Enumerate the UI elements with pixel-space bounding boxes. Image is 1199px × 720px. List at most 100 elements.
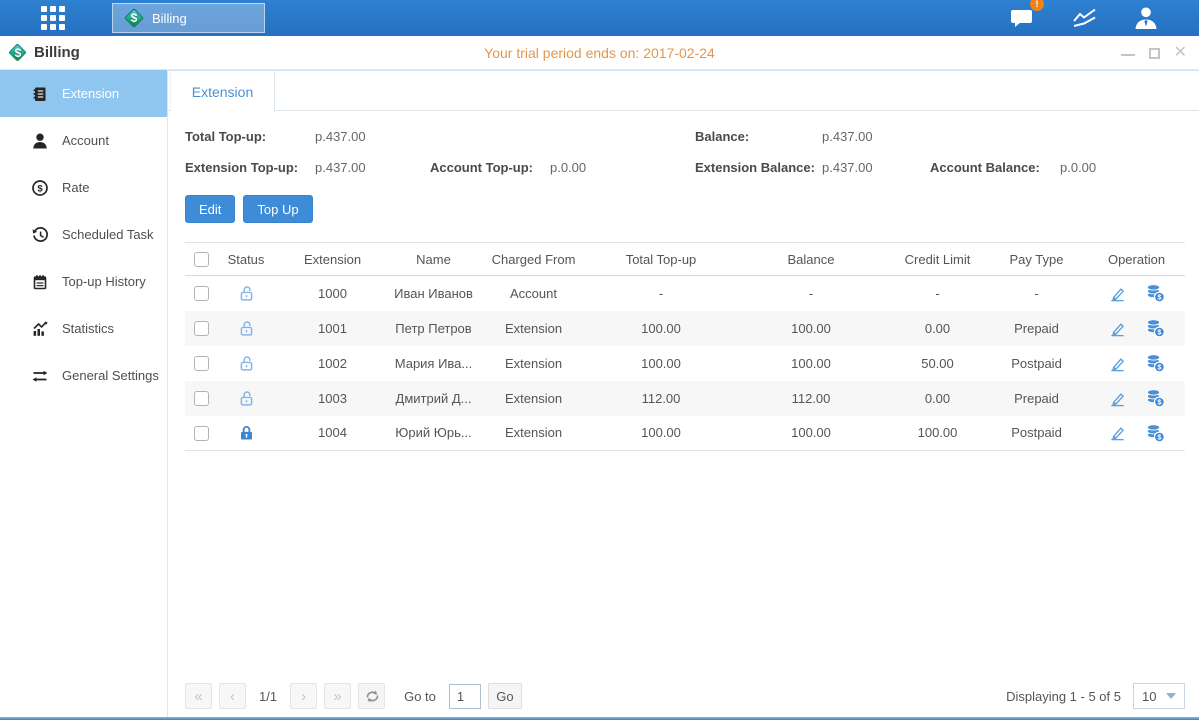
cell-pay-type: Prepaid [985,381,1088,416]
lock-open-icon [238,354,255,369]
cell-extension: 1003 [275,381,390,416]
edit-button[interactable]: Edit [185,195,235,223]
system-topbar: $ Billing ! [0,0,1199,36]
close-icon[interactable]: ✕ [1174,45,1187,61]
cell-total-topup: 100.00 [590,311,732,346]
balance-label: Balance: [695,129,822,144]
maximize-icon[interactable] [1149,48,1160,59]
sidebar-item-rate[interactable]: $ Rate [0,164,167,211]
edit-icon[interactable] [1108,423,1127,442]
row-checkbox[interactable] [194,321,209,336]
top-up-button[interactable]: Top Up [243,195,312,223]
extension-table: Status Extension Name Charged From Total… [185,242,1185,451]
edit-icon[interactable] [1108,389,1127,408]
balance-summary: Total Top-up: p.437.00 Balance: p.437.00… [185,121,1185,183]
person-icon [31,132,49,150]
window-controls: ✕ [1121,36,1187,70]
sidebar-item-account[interactable]: Account [0,117,167,164]
lock-open-icon [238,319,255,334]
row-checkbox[interactable] [194,391,209,406]
top-up-coins-icon[interactable]: $ [1145,423,1165,443]
lock-open-icon [238,389,255,404]
go-button[interactable]: Go [488,683,522,709]
col-status: Status [217,243,275,276]
goto-page-input[interactable] [449,684,481,709]
col-charged-from: Charged From [477,243,590,276]
cell-extension: 1000 [275,276,390,311]
topbar-right-icons: ! [1009,0,1159,36]
cell-name: Дмитрий Д... [390,381,477,416]
taskbar-tab-label: Billing [152,11,187,26]
billing-window-icon: $ [8,43,28,63]
cell-name: Мария Ива... [390,346,477,381]
refresh-icon[interactable] [358,683,385,709]
edit-icon[interactable] [1108,284,1127,303]
cell-name: Юрий Юрь... [390,416,477,451]
cell-balance: 100.00 [732,416,890,451]
cell-total-topup: 100.00 [590,346,732,381]
top-up-coins-icon[interactable]: $ [1145,283,1165,303]
cell-balance: 100.00 [732,346,890,381]
tab-strip: Extension [168,70,1199,111]
window-body: Extension Account $ Rate [0,70,1199,717]
first-page-icon[interactable]: « [185,683,212,709]
prev-page-icon[interactable]: ‹ [219,683,246,709]
top-up-coins-icon[interactable]: $ [1145,353,1165,373]
col-extension: Extension [275,243,390,276]
notifications-icon[interactable]: ! [1009,6,1037,30]
billing-app-icon: $ [123,7,145,29]
table-header-row: Status Extension Name Charged From Total… [185,243,1185,276]
cell-extension: 1001 [275,311,390,346]
sidebar-item-scheduled-task[interactable]: Scheduled Task [0,211,167,258]
row-checkbox[interactable] [194,356,209,371]
tab-extension[interactable]: Extension [170,71,275,112]
sidebar-label: Extension [62,86,119,101]
last-page-icon[interactable]: » [324,683,351,709]
apps-grid-icon[interactable] [36,4,70,32]
minimize-icon[interactable] [1121,50,1135,56]
table-row[interactable]: 1001 Петр Петров Extension 100.00 100.00… [185,311,1185,346]
table-row[interactable]: 1004 Юрий Юрь... Extension 100.00 100.00… [185,416,1185,451]
account-balance-value: p.0.00 [1060,160,1185,175]
sidebar-item-general-settings[interactable]: General Settings [0,352,167,399]
table-row[interactable]: 1003 Дмитрий Д... Extension 112.00 112.0… [185,381,1185,416]
cell-total-topup: - [590,276,732,311]
select-all-checkbox[interactable] [194,252,209,267]
page-size-select[interactable]: 10 [1133,683,1185,709]
sidebar-label: Account [62,133,109,148]
taskbar-billing-tab[interactable]: $ Billing [112,3,265,33]
arrows-swap-icon [31,367,49,385]
sidebar: Extension Account $ Rate [0,70,168,717]
row-checkbox[interactable] [194,286,209,301]
top-up-coins-icon[interactable]: $ [1145,318,1165,338]
cell-pay-type: Postpaid [985,416,1088,451]
dollar-circle-icon: $ [31,179,49,197]
user-account-icon[interactable] [1133,6,1159,30]
edit-icon[interactable] [1108,319,1127,338]
balance-value: p.437.00 [822,129,930,144]
history-clock-icon [31,226,49,244]
sidebar-item-statistics[interactable]: Statistics [0,305,167,352]
top-up-coins-icon[interactable]: $ [1145,388,1165,408]
sidebar-label: Statistics [62,321,114,336]
edit-icon[interactable] [1108,354,1127,373]
main-panel: Extension Total Top-up: p.437.00 Balance… [168,70,1199,717]
resource-monitor-icon[interactable] [1071,7,1099,29]
extension-topup-value: p.437.00 [315,160,430,175]
cell-pay-type: Postpaid [985,346,1088,381]
cell-credit-limit: - [890,276,985,311]
action-buttons: Edit Top Up [185,195,1199,223]
chevron-down-icon [1166,693,1176,699]
sidebar-item-topup-history[interactable]: Top-up History [0,258,167,305]
cell-total-topup: 112.00 [590,381,732,416]
pagination-bar: « ‹ 1/1 › » Go to Go [185,683,1185,709]
sidebar-item-extension[interactable]: Extension [0,70,167,117]
pager-info: Displaying 1 - 5 of 5 10 [1006,683,1185,709]
cell-balance: - [732,276,890,311]
table-row[interactable]: 1002 Мария Ива... Extension 100.00 100.0… [185,346,1185,381]
extension-topup-label: Extension Top-up: [185,160,315,175]
next-page-icon[interactable]: › [290,683,317,709]
extension-book-icon [31,85,49,103]
row-checkbox[interactable] [194,426,209,441]
table-row[interactable]: 1000 Иван Иванов Account - - - - $ [185,276,1185,311]
